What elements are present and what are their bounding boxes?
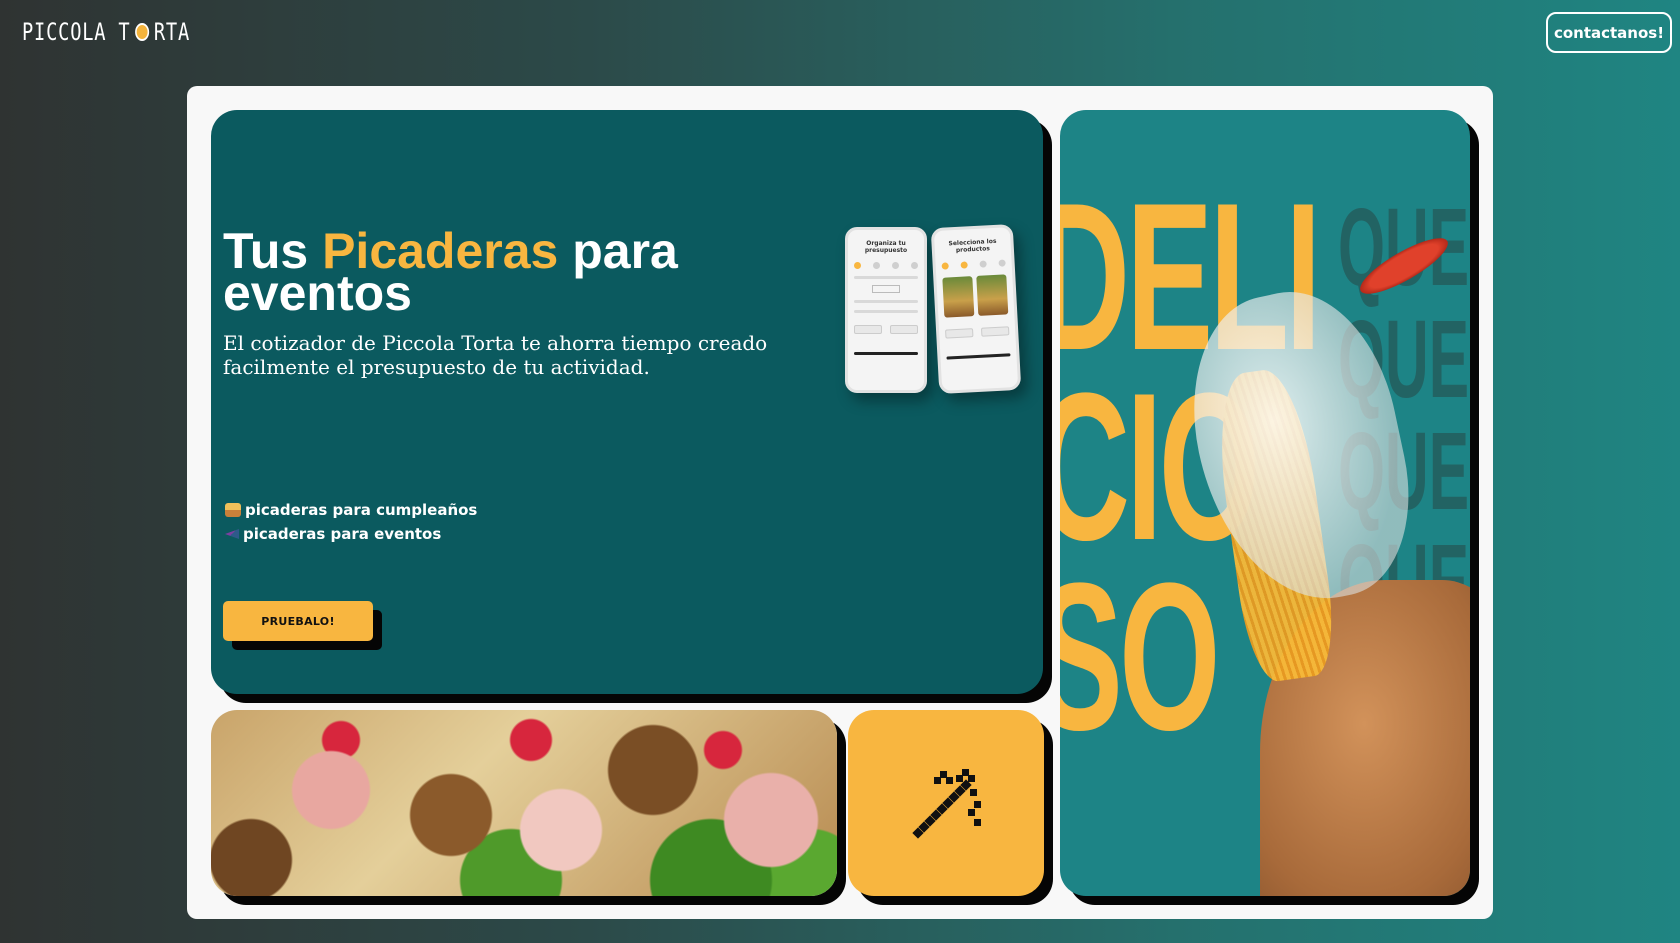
phone-2-products xyxy=(942,274,1009,318)
logo-orange-icon xyxy=(135,23,150,41)
phone-1-next-button xyxy=(890,325,918,334)
step-dot-icon xyxy=(911,262,918,269)
logo[interactable]: PICCOLA T RTA xyxy=(22,18,190,46)
contact-button[interactable]: contactanos! xyxy=(1546,12,1672,53)
phone-2-back-button xyxy=(945,328,974,339)
try-it-button[interactable]: PRUEBALO! xyxy=(223,601,373,641)
logo-text-part-1: PICCOLA T xyxy=(22,18,131,46)
step-dot-icon xyxy=(941,262,949,270)
phone-1-buttons xyxy=(854,325,918,334)
list-item-label: picaderas para eventos xyxy=(243,525,442,543)
hero-subtitle: El cotizador de Piccola Torta te ahorra … xyxy=(223,331,768,379)
product-image xyxy=(976,274,1009,316)
magic-card[interactable] xyxy=(848,710,1044,896)
phone-2-next-button xyxy=(980,326,1010,337)
birthday-cake-icon xyxy=(225,503,241,517)
logo-text-part-2: RTA xyxy=(153,18,191,46)
hero-title: Tus Picaderas para eventos xyxy=(223,226,873,318)
step-dot-icon xyxy=(873,262,880,269)
phone-mockup-1: Organiza tu presupuesto xyxy=(845,227,927,393)
hero-features-list: picaderas para cumpleaños picaderas para… xyxy=(225,498,477,546)
phone-1-line xyxy=(854,276,918,279)
phone-1-line xyxy=(854,310,918,313)
product-image xyxy=(942,276,975,318)
step-dot-icon xyxy=(960,261,968,269)
phone-1-line xyxy=(854,300,918,303)
phone-1-title: Organiza tu presupuesto xyxy=(864,240,908,254)
step-dot-icon xyxy=(998,259,1006,267)
phone-2-home-bar xyxy=(946,353,1011,360)
step-dot-icon xyxy=(854,262,861,269)
magic-wand-icon xyxy=(912,769,981,839)
promo-image-card: QUESQUESQUESQUES DELICIOSO xyxy=(1060,110,1470,896)
list-item: picaderas para cumpleaños xyxy=(225,498,477,522)
list-item: picaderas para eventos xyxy=(225,522,477,546)
hero-card: Tus Picaderas para eventos El cotizador … xyxy=(211,110,1043,694)
phone-1-steps xyxy=(854,262,918,269)
phone-1-home-bar xyxy=(854,352,918,355)
phone-mockup-2: Selecciona los productos xyxy=(930,223,1022,395)
step-dot-icon xyxy=(892,262,899,269)
list-item-label: picaderas para cumpleaños xyxy=(245,501,478,519)
phone-2-buttons xyxy=(945,326,1010,339)
main-container: Tus Picaderas para eventos El cotizador … xyxy=(187,86,1493,919)
phone-1-back-button xyxy=(854,325,882,334)
step-dot-icon xyxy=(979,260,987,268)
phone-2-steps xyxy=(941,259,1006,270)
dancing-shoe-icon xyxy=(225,529,239,539)
food-photo xyxy=(211,710,837,896)
phone-2-title: Selecciona los productos xyxy=(948,237,997,254)
phone-1-input xyxy=(872,285,900,293)
